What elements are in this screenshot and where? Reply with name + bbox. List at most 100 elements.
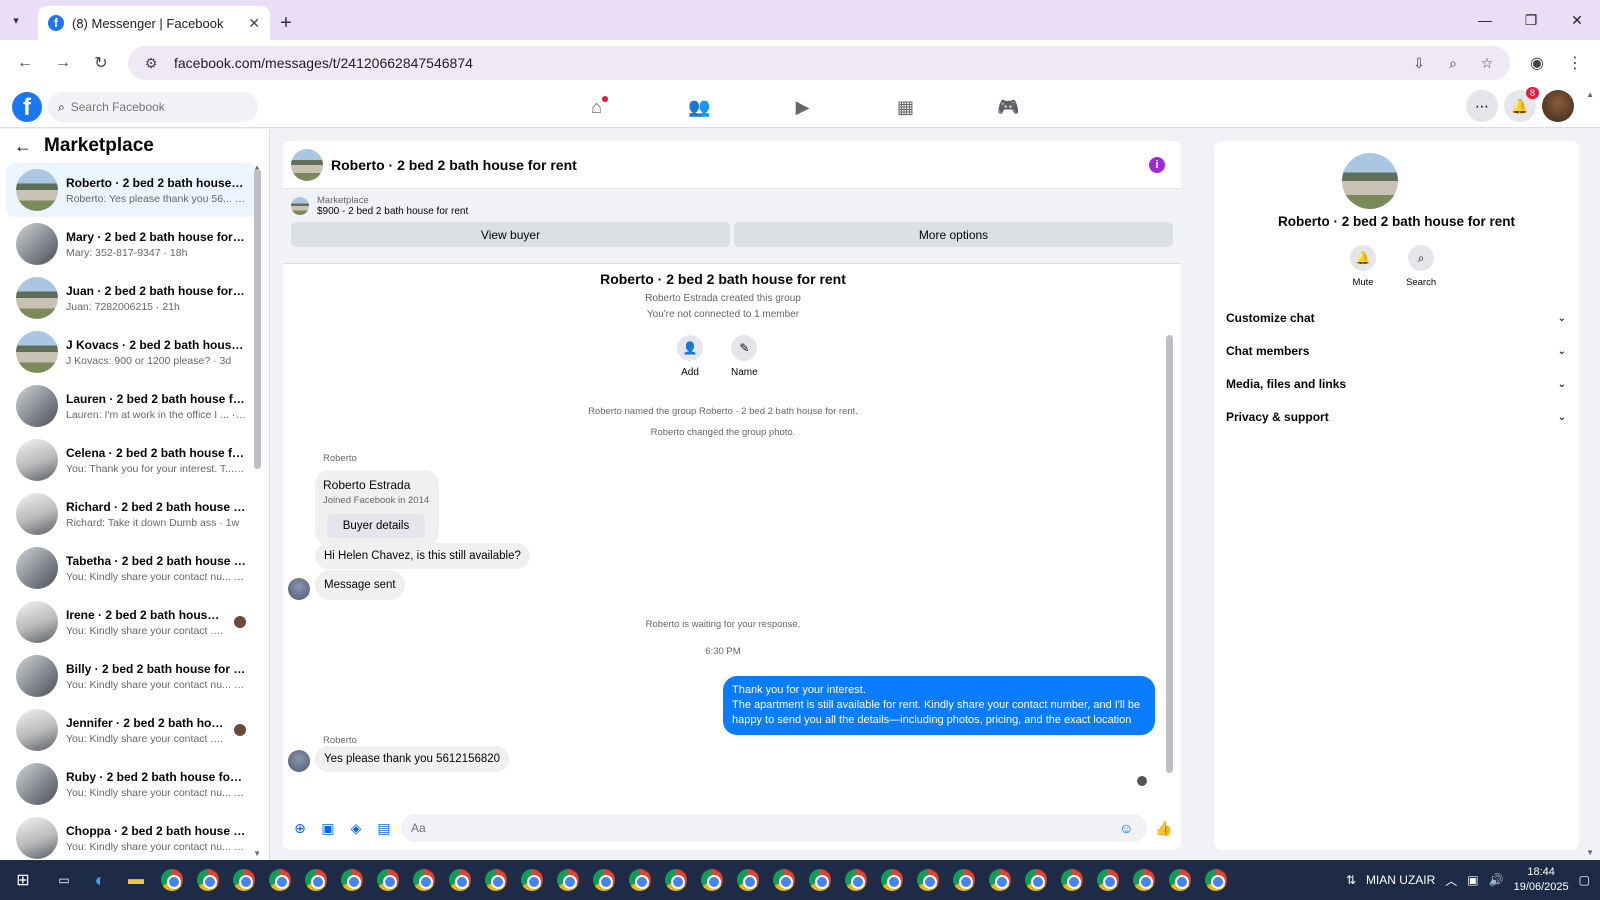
account-avatar[interactable] [1542, 90, 1574, 122]
friends-icon[interactable]: 👥 [648, 86, 751, 128]
plus-icon[interactable]: ⊕ [289, 817, 311, 839]
chrome-taskbar-icon[interactable] [910, 860, 946, 900]
privacy-support-row[interactable]: Privacy & support ⌄ [1226, 410, 1566, 424]
chrome-taskbar-icon[interactable] [874, 860, 910, 900]
chat-scrollbar[interactable] [1166, 335, 1173, 773]
tab-search-icon[interactable]: ▾ [0, 0, 32, 40]
photo-icon[interactable]: ▣ [317, 817, 339, 839]
page-scroll-down-icon[interactable]: ▼ [1586, 848, 1594, 857]
forward-icon[interactable]: → [46, 46, 80, 80]
reload-icon[interactable]: ↻ [84, 46, 118, 80]
conversation-item[interactable]: Tabetha · 2 bed 2 bath house fo... You: K… [6, 541, 256, 595]
sender-avatar[interactable] [288, 750, 310, 772]
chrome-taskbar-icon[interactable] [946, 860, 982, 900]
search-conversation-button[interactable]: ⌕ Search [1406, 245, 1436, 288]
gif-icon[interactable]: ▤ [373, 817, 395, 839]
facebook-search-input[interactable] [70, 100, 241, 114]
mute-button[interactable]: 🔔 Mute [1350, 245, 1376, 288]
chrome-taskbar-icon[interactable] [334, 860, 370, 900]
chat-members-row[interactable]: Chat members ⌄ [1226, 344, 1566, 358]
url-text[interactable]: facebook.com/messages/t/2412066284754687… [174, 55, 1396, 71]
listing-title[interactable]: $900 - 2 bed 2 bath house for rent [317, 206, 468, 217]
new-tab-button[interactable]: + [270, 6, 302, 40]
view-buyer-button[interactable]: View buyer [291, 222, 730, 247]
chrome-taskbar-icon[interactable] [982, 860, 1018, 900]
sender-avatar[interactable] [288, 578, 310, 600]
chrome-taskbar-icon[interactable] [730, 860, 766, 900]
tray-scroll-icon[interactable]: ⇅ [1346, 873, 1356, 887]
chat-avatar[interactable] [291, 148, 323, 181]
network-icon[interactable]: ▣ [1467, 873, 1478, 887]
chrome-taskbar-icon[interactable] [1090, 860, 1126, 900]
page-scroll-up-icon[interactable]: ▲ [1586, 90, 1594, 99]
menu-kebab-icon[interactable]: ⋮ [1558, 46, 1592, 80]
edge-icon[interactable]: ◐ [82, 860, 118, 900]
close-tab-icon[interactable]: ✕ [248, 15, 260, 32]
info-icon[interactable]: i [1149, 156, 1165, 173]
chrome-taskbar-icon[interactable] [622, 860, 658, 900]
chrome-taskbar-icon[interactable] [658, 860, 694, 900]
chrome-taskbar-icon[interactable] [1126, 860, 1162, 900]
emoji-icon[interactable]: ☺ [1116, 817, 1137, 839]
conversation-item[interactable]: Irene · 2 bed 2 bath house fo... You: Kin… [6, 595, 256, 649]
buyer-details-button[interactable]: Buyer details [327, 514, 425, 538]
conversation-item[interactable]: Roberto · 2 bed 2 bath house f... Roberto… [6, 163, 256, 217]
name-group-button[interactable]: ✎ Name [731, 335, 758, 378]
chrome-taskbar-icon[interactable] [190, 860, 226, 900]
media-files-links-row[interactable]: Media, files and links ⌄ [1226, 377, 1566, 391]
volume-icon[interactable]: 🔊 [1489, 873, 1504, 887]
chrome-taskbar-icon[interactable] [766, 860, 802, 900]
sidebar-scrollbar[interactable] [254, 169, 261, 469]
zoom-icon[interactable]: ⌕ [1442, 55, 1464, 72]
conversation-item[interactable]: Jennifer · 2 bed 2 bath house... You: Kin… [6, 703, 256, 757]
incoming-message[interactable]: Hi Helen Chavez, is this still available… [315, 543, 530, 569]
marketplace-icon[interactable]: ▦ [854, 86, 957, 128]
back-arrow-icon[interactable]: ← [14, 136, 32, 157]
chrome-taskbar-icon[interactable] [1198, 860, 1234, 900]
outgoing-message[interactable]: Thank you for your interest. The apartme… [723, 676, 1155, 735]
thumbs-up-icon[interactable]: 👍 [1153, 817, 1175, 839]
gaming-icon[interactable]: 🎮 [957, 86, 1060, 128]
conversation-item[interactable]: Celena · 2 bed 2 bath house for... You: T… [6, 433, 256, 487]
site-info-icon[interactable]: ⚙ [140, 55, 162, 72]
chat-title[interactable]: Roberto · 2 bed 2 bath house for rent [331, 157, 1141, 173]
facebook-search[interactable]: ⌕ [48, 92, 258, 122]
chrome-taskbar-icon[interactable] [226, 860, 262, 900]
chrome-taskbar-icon[interactable] [694, 860, 730, 900]
tray-user[interactable]: MIAN UZAIR [1366, 873, 1435, 887]
task-view-icon[interactable]: ▭ [46, 860, 82, 900]
message-input[interactable] [411, 821, 1116, 835]
file-explorer-icon[interactable]: ▬ [118, 860, 154, 900]
minimize-icon[interactable]: — [1462, 0, 1508, 40]
video-icon[interactable]: ▶ [751, 86, 854, 128]
facebook-logo-icon[interactable]: f [12, 92, 42, 122]
scroll-down-icon[interactable]: ▼ [253, 849, 261, 858]
notifications-bell-icon[interactable]: 🔔 8 [1504, 87, 1539, 122]
taskbar-clock[interactable]: 18:44 19/06/2025 [1514, 865, 1569, 895]
chrome-taskbar-icon[interactable] [478, 860, 514, 900]
address-bar[interactable]: ⚙ facebook.com/messages/t/24120662847546… [128, 46, 1510, 80]
chrome-taskbar-icon[interactable] [442, 860, 478, 900]
chrome-taskbar-icon[interactable] [1018, 860, 1054, 900]
profile-icon[interactable]: ◉ [1520, 46, 1554, 80]
group-photo[interactable] [1342, 153, 1398, 209]
windows-start-icon[interactable]: ⊞ [0, 860, 46, 900]
conversation-item[interactable]: Lauren · 2 bed 2 bath house for... Lauren… [6, 379, 256, 433]
more-options-button[interactable]: More options [734, 222, 1173, 247]
conversation-item[interactable]: Richard · 2 bed 2 bath house fo... Richar… [6, 487, 256, 541]
listing-thumbnail[interactable] [291, 197, 309, 215]
conversation-item[interactable]: Mary · 2 bed 2 bath house for r... Mary: … [6, 217, 256, 271]
conversation-item[interactable]: Juan · 2 bed 2 bath house for re... Juan:… [6, 271, 256, 325]
chrome-taskbar-icon[interactable] [586, 860, 622, 900]
incoming-message[interactable]: Message sent [315, 570, 405, 600]
customize-chat-row[interactable]: Customize chat ⌄ [1226, 311, 1566, 325]
back-icon[interactable]: ← [8, 46, 42, 80]
conversation-item[interactable]: Ruby · 2 bed 2 bath house for r... You: K… [6, 757, 256, 811]
chrome-taskbar-icon[interactable] [154, 860, 190, 900]
menu-grid-icon[interactable]: ⋯ [1466, 90, 1498, 122]
close-window-icon[interactable]: ✕ [1554, 0, 1600, 40]
chrome-taskbar-icon[interactable] [1162, 860, 1198, 900]
conversation-item[interactable]: Billy · 2 bed 2 bath house for rent You: … [6, 649, 256, 703]
chrome-taskbar-icon[interactable] [802, 860, 838, 900]
incoming-message[interactable]: Yes please thank you 5612156820 [315, 746, 510, 772]
